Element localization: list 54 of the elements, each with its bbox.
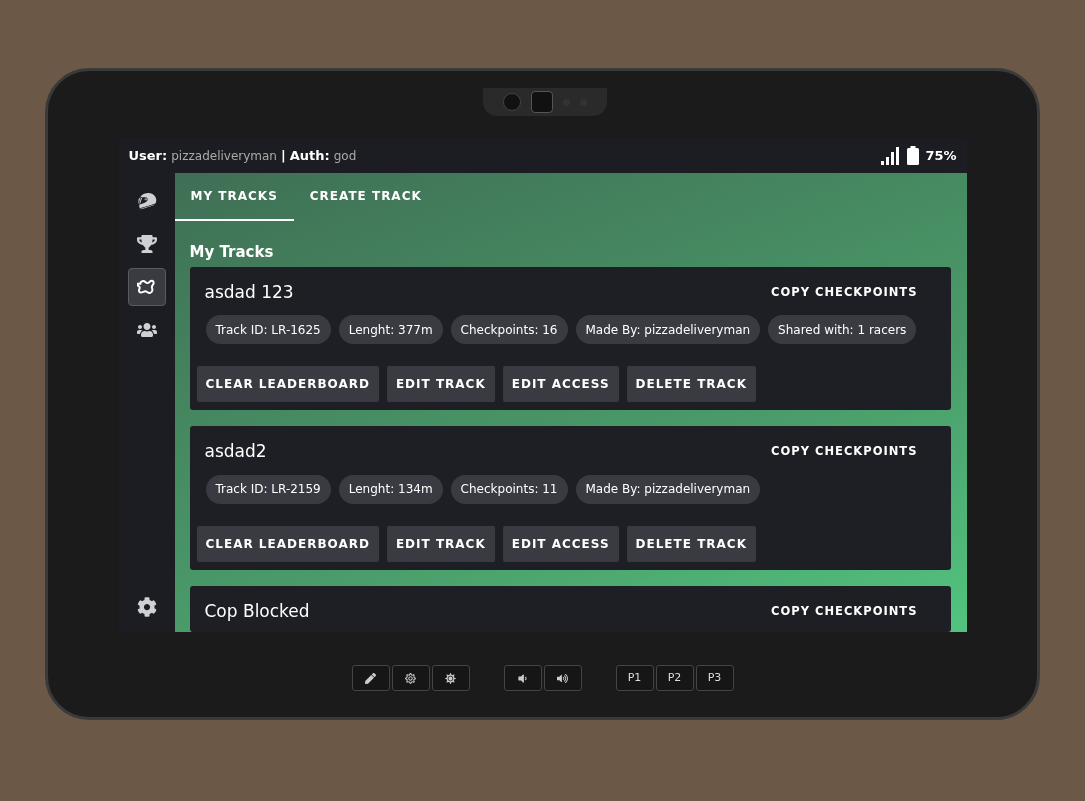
username: pizzadeliveryman (171, 147, 277, 165)
pen-icon (365, 672, 376, 684)
track-action-button[interactable]: CLEAR LEADERBOARD (196, 366, 379, 402)
hardware-button[interactable] (391, 665, 430, 691)
brightness-high-icon (445, 672, 456, 684)
info-chip: Track ID: LR-1625 (205, 315, 331, 344)
track-name: asdad2 (204, 440, 267, 463)
hardware-button[interactable] (543, 665, 582, 691)
auth-label: Auth: (289, 146, 330, 165)
auth-value: god (333, 147, 357, 165)
volume-down-icon (517, 672, 528, 684)
tab[interactable]: CREATE TRACK (293, 173, 438, 221)
track-action-button[interactable]: EDIT TRACK (386, 366, 495, 402)
hardware-button[interactable] (431, 665, 470, 691)
copy-checkpoints-button[interactable]: COPY CHECKPOINTS (753, 598, 936, 624)
info-chip: Checkpoints: 11 (450, 474, 568, 504)
track-action-button[interactable]: EDIT ACCESS (502, 366, 619, 402)
track-action-button[interactable]: DELETE TRACK (626, 525, 756, 562)
separator: | (281, 146, 286, 165)
info-chip: Track ID: LR-2159 (205, 474, 331, 504)
sidebar-item[interactable] (127, 268, 166, 306)
hardware-button[interactable] (351, 665, 390, 691)
info-chip: Shared with: 1 racers (768, 315, 917, 344)
hardware-button[interactable]: P3 (695, 665, 734, 691)
hardware-button[interactable] (503, 665, 542, 691)
camera-icon (483, 88, 607, 116)
hardware-button[interactable]: P1 (615, 665, 654, 691)
info-chip: Lenght: 134m (338, 474, 443, 504)
track-action-button[interactable]: CLEAR LEADERBOARD (196, 525, 379, 562)
brightness-low-icon (405, 672, 416, 684)
info-chip: Checkpoints: 16 (450, 315, 568, 344)
battery-icon (907, 146, 920, 165)
user-label: User: (128, 146, 168, 165)
settings-icon (136, 597, 157, 617)
signal-icon (881, 146, 902, 165)
copy-checkpoints-button[interactable]: COPY CHECKPOINTS (753, 279, 936, 305)
hardware-button[interactable]: P2 (655, 665, 694, 691)
copy-checkpoints-button[interactable]: COPY CHECKPOINTS (753, 439, 936, 465)
info-chip: Made By: pizzadeliveryman (575, 315, 761, 344)
track-action-button[interactable]: EDIT TRACK (386, 525, 495, 562)
battery-percent: 75% (925, 146, 957, 165)
track-icon (136, 277, 157, 297)
track-name: Cop Blocked (204, 599, 310, 623)
track-action-button[interactable]: DELETE TRACK (626, 366, 756, 402)
track-name: asdad 123 (204, 280, 294, 304)
tab[interactable]: MY TRACKS (174, 173, 294, 221)
info-chip: Made By: pizzadeliveryman (575, 474, 761, 504)
helmet-icon (136, 191, 157, 211)
info-chip: Lenght: 377m (338, 315, 443, 344)
track-action-button[interactable]: EDIT ACCESS (502, 525, 619, 562)
trophy-icon (136, 234, 157, 254)
volume-up-icon (557, 672, 568, 684)
section-heading: My Tracks (188, 242, 275, 263)
people-icon (136, 320, 157, 340)
